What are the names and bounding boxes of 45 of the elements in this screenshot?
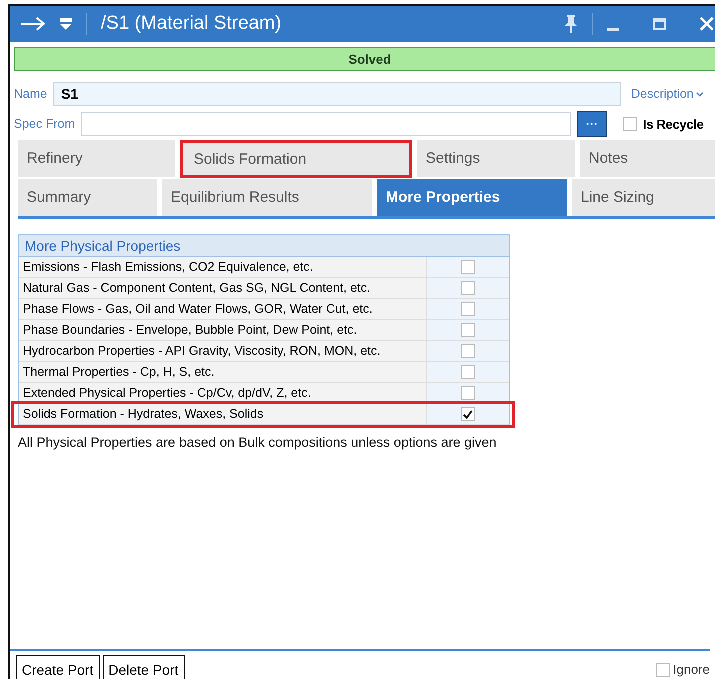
property-checkbox[interactable] bbox=[461, 386, 475, 400]
tab[interactable]: Notes bbox=[580, 140, 715, 177]
status-bar: Solved bbox=[14, 47, 715, 71]
tab[interactable]: More Properties bbox=[377, 179, 567, 216]
port-button[interactable]: Create Port bbox=[16, 655, 100, 679]
tab[interactable]: Settings bbox=[417, 140, 575, 177]
property-checkbox[interactable] bbox=[461, 365, 475, 379]
property-checkbox[interactable] bbox=[461, 302, 475, 316]
tab[interactable]: Solids Formation bbox=[180, 140, 412, 178]
grid-header: More Physical Properties bbox=[19, 235, 509, 257]
pin-icon[interactable] bbox=[564, 15, 578, 33]
recycle-label: Is Recycle bbox=[643, 116, 704, 132]
close-icon[interactable] bbox=[700, 17, 714, 31]
property-checkbox[interactable] bbox=[461, 323, 475, 337]
property-cell: Phase Flows - Gas, Oil and Water Flows, GOR, Water Cut, etc. bbox=[19, 299, 427, 320]
ignored-checkbox[interactable] bbox=[656, 662, 670, 676]
property-cell: Natural Gas - Component Content, Gas SG, NGL Content, etc. bbox=[19, 278, 427, 299]
property-cell: Hydrocarbon Properties - API Gravity, Viscosity, RON, MON, etc. bbox=[19, 341, 427, 362]
property-checkbox[interactable] bbox=[461, 260, 475, 274]
property-cell: Solids Formation - Hydrates, Waxes, Solids bbox=[19, 404, 427, 425]
description-dropdown[interactable]: Description bbox=[631, 87, 694, 101]
name-field[interactable]: S1 bbox=[53, 82, 622, 106]
property-checkbox[interactable] bbox=[461, 281, 475, 295]
property-checkbox[interactable] bbox=[461, 344, 475, 358]
tab[interactable]: Line Sizing bbox=[572, 179, 715, 216]
spec-from-label: Spec From bbox=[14, 117, 76, 131]
spec-from-field[interactable] bbox=[81, 112, 572, 136]
tab[interactable]: Summary bbox=[18, 179, 157, 216]
ignored-label: Ignore bbox=[673, 662, 710, 677]
arrow-icon[interactable] bbox=[20, 17, 46, 31]
dropdown-icon[interactable] bbox=[60, 17, 72, 31]
name-label: Name bbox=[14, 87, 48, 101]
recycle-checkbox[interactable] bbox=[623, 117, 638, 131]
property-cell: Emissions - Flash Emissions, CO2 Equivalence, etc. bbox=[19, 257, 427, 278]
property-cell: Thermal Properties - Cp, H, S, etc. bbox=[19, 362, 427, 383]
property-cell: Phase Boundaries - Envelope, Bubble Point, Dew Point, etc. bbox=[19, 320, 427, 341]
tab[interactable]: Refinery bbox=[18, 140, 175, 177]
property-checkbox[interactable] bbox=[461, 407, 475, 421]
maximize-icon[interactable] bbox=[653, 18, 666, 30]
browse-button[interactable]: ··· bbox=[577, 111, 608, 137]
window-title: /S1 (Material Stream) bbox=[101, 13, 282, 35]
chevron-down-icon[interactable] bbox=[696, 92, 704, 96]
note-text: All Physical Properties are based on Bulk compositions unless options are given bbox=[18, 435, 498, 450]
tab[interactable]: Equilibrium Results bbox=[162, 179, 372, 216]
port-button[interactable]: Delete Port bbox=[102, 655, 185, 679]
